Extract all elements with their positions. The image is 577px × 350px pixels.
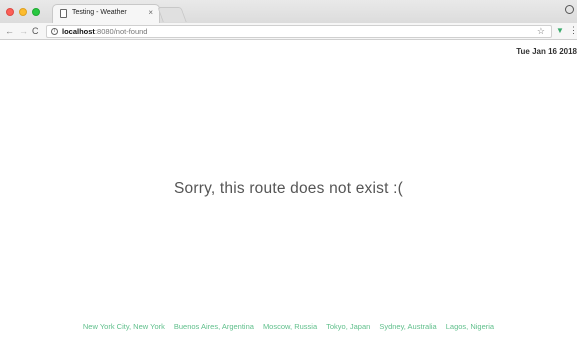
city-link-lagos[interactable]: Lagos, Nigeria <box>446 322 494 331</box>
city-link-tokyo[interactable]: Tokyo, Japan <box>326 322 370 331</box>
browser-toolbar: ← → C i localhost:8080/not-found ☆ ▼ ⋮ <box>0 23 577 40</box>
city-link-moscow[interactable]: Moscow, Russia <box>263 322 317 331</box>
minimize-window-button[interactable] <box>19 8 27 16</box>
city-link-sydney[interactable]: Sydney, Australia <box>379 322 436 331</box>
kebab-menu-icon[interactable]: ⋮ <box>569 25 577 36</box>
tab-title: Testing - Weather <box>72 9 127 16</box>
city-links: New York City, New York Buenos Aires, Ar… <box>0 322 577 331</box>
arrow-right-icon[interactable]: → <box>19 25 28 37</box>
browser-titlebar: Testing - Weather × <box>0 0 577 23</box>
star-icon[interactable]: ☆ <box>537 26 545 37</box>
close-window-button[interactable] <box>6 8 14 16</box>
profile-icon[interactable] <box>565 5 574 14</box>
maximize-window-button[interactable] <box>32 8 40 16</box>
browser-tab[interactable]: Testing - Weather × <box>52 4 160 23</box>
tab-close-icon[interactable]: × <box>148 8 153 18</box>
reload-icon[interactable]: C <box>32 25 39 37</box>
vue-devtools-icon[interactable]: ▼ <box>556 26 564 36</box>
current-date: Tue Jan 16 2018 <box>516 47 577 56</box>
arrow-left-icon[interactable]: ← <box>5 25 14 37</box>
url-path: :8080/not-found <box>94 27 148 36</box>
not-found-message: Sorry, this route does not exist :( <box>174 180 403 197</box>
address-bar[interactable]: i localhost:8080/not-found ☆ <box>46 25 552 38</box>
info-icon[interactable]: i <box>51 28 58 35</box>
url-host: localhost <box>62 27 95 36</box>
new-tab-button[interactable] <box>157 7 187 22</box>
url-text[interactable]: localhost:8080/not-found <box>62 27 147 36</box>
city-link-buenos-aires[interactable]: Buenos Aires, Argentina <box>174 322 254 331</box>
city-link-new-york[interactable]: New York City, New York <box>83 322 165 331</box>
page-icon <box>60 9 67 18</box>
